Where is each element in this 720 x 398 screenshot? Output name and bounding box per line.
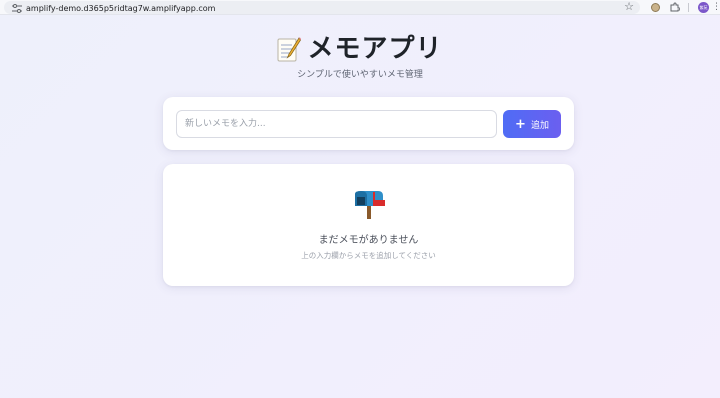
app-title-text: メモアプリ [307,34,443,64]
site-settings-icon[interactable] [12,4,22,13]
add-button[interactable]: + 追加 [503,110,561,138]
address-bar[interactable]: amplify-demo.d365p5ridtag7w.amplifyapp.c… [4,1,640,14]
puzzle-icon[interactable] [670,2,680,12]
memo-icon [277,37,302,62]
mailbox-icon [355,191,385,219]
bookmark-star-icon[interactable]: ☆ [623,1,635,13]
extension-icon[interactable] [651,3,660,12]
plus-icon: + [515,116,526,132]
empty-state-title: まだメモがありません [318,235,419,246]
add-button-label: 追加 [530,120,549,131]
browser-toolbar: amplify-demo.d365p5ridtag7w.amplifyapp.c… [0,0,720,15]
page-title: メモアプリ [277,32,442,66]
empty-state-hint: 上の入力欄からメモを追加してください [301,251,436,260]
app-header: メモアプリ [0,32,720,66]
url-text[interactable]: amplify-demo.d365p5ridtag7w.amplifyapp.c… [26,2,215,15]
browser-menu-icon[interactable]: ⋮ [712,2,720,13]
memo-input[interactable] [176,110,497,138]
toolbar-divider [688,3,689,12]
profile-avatar[interactable]: 紫苑 [698,2,709,13]
memo-input-card: + 追加 [163,97,574,150]
page-subtitle: シンプルで使いやすいメモ管理 [297,70,423,80]
memo-list-card: まだメモがありません 上の入力欄からメモを追加してください [163,164,574,286]
